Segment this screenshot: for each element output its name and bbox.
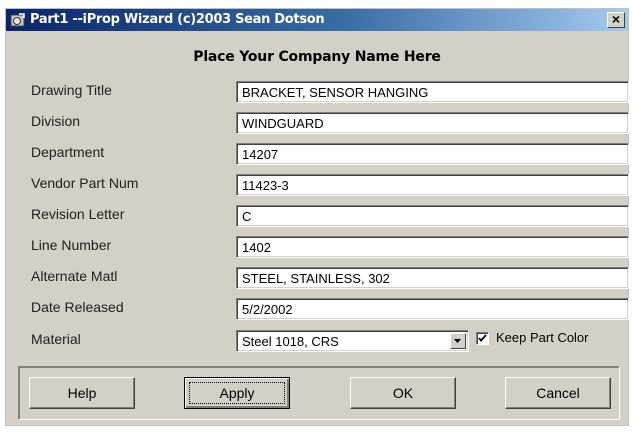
help-button[interactable]: Help	[29, 377, 135, 409]
alternate-matl-label: Alternate Matl	[31, 268, 118, 284]
chevron-down-icon	[454, 339, 461, 343]
material-selected-value: Steel 1018, CRS	[242, 334, 339, 349]
cancel-button-label: Cancel	[536, 385, 580, 401]
date-released-label: Date Released	[31, 299, 124, 315]
material-dropdown-button[interactable]	[450, 333, 466, 349]
division-label: Division	[31, 113, 81, 129]
material-select[interactable]: Steel 1018, CRS	[236, 330, 469, 352]
vendor-part-num-value: 11423-3	[242, 178, 289, 193]
ok-button-label: OK	[392, 385, 414, 401]
alternate-matl-value: STEEL, STAINLESS, 302	[242, 271, 390, 286]
cancel-button[interactable]: Cancel	[505, 377, 611, 409]
window-title: Part1 --iProp Wizard (c)2003 Sean Dotson	[30, 12, 325, 27]
drawing-title-value: BRACKET, SENSOR HANGING	[242, 85, 429, 100]
inventor-app-icon	[10, 13, 25, 27]
department-value: 14207	[242, 147, 279, 162]
line-number-field[interactable]: 1402	[236, 236, 629, 258]
revision-letter-label: Revision Letter	[31, 206, 125, 222]
close-button[interactable]: ×	[607, 12, 625, 28]
date-released-field[interactable]: 5/2/2002	[236, 298, 629, 320]
keep-part-color-label[interactable]: Keep Part Color	[496, 330, 589, 345]
ok-button[interactable]: OK	[350, 377, 456, 409]
material-label: Material	[31, 331, 81, 347]
apply-button[interactable]: Apply	[184, 377, 290, 409]
alternate-matl-field[interactable]: STEEL, STAINLESS, 302	[236, 267, 629, 289]
title-bar[interactable]: Part1 --iProp Wizard (c)2003 Sean Dotson…	[6, 9, 628, 31]
company-name-header: Place Your Company Name Here	[193, 49, 441, 65]
vendor-part-num-label: Vendor Part Num	[31, 175, 139, 191]
department-field[interactable]: 14207	[236, 143, 629, 165]
keep-part-color-checkbox[interactable]	[476, 332, 489, 345]
focus-ring	[189, 382, 285, 404]
division-field[interactable]: WINDGUARD	[236, 112, 629, 134]
department-label: Department	[31, 144, 105, 160]
checkmark-icon	[478, 334, 487, 342]
line-number-label: Line Number	[31, 237, 112, 253]
revision-letter-value: C	[242, 209, 252, 224]
iprop-wizard-dialog: Part1 --iProp Wizard (c)2003 Sean Dotson…	[5, 8, 629, 426]
drawing-title-field[interactable]: BRACKET, SENSOR HANGING	[236, 81, 629, 103]
vendor-part-num-field[interactable]: 11423-3	[236, 174, 629, 196]
help-button-label: Help	[67, 385, 97, 401]
drawing-title-label: Drawing Title	[31, 82, 112, 98]
line-number-value: 1402	[242, 240, 271, 255]
close-icon[interactable]: ×	[612, 11, 620, 27]
date-released-value: 5/2/2002	[242, 302, 293, 317]
division-value: WINDGUARD	[242, 116, 324, 131]
revision-letter-field[interactable]: C	[236, 205, 629, 227]
